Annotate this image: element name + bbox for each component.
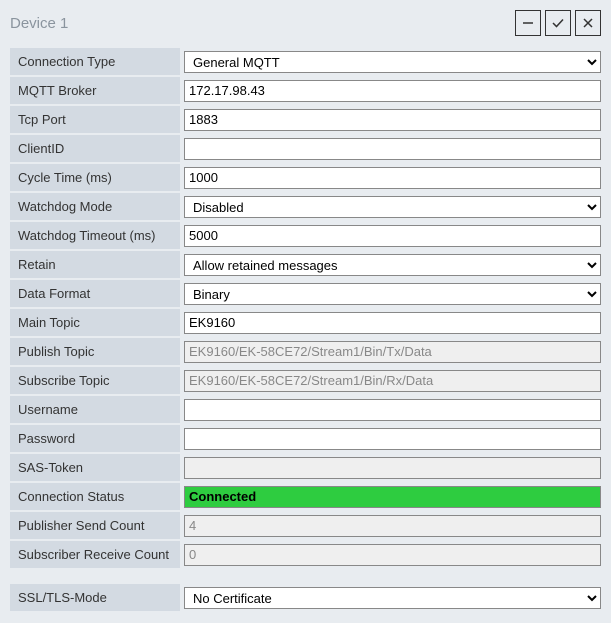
password-input[interactable] <box>184 428 601 450</box>
label-mqtt-broker: MQTT Broker <box>10 77 180 106</box>
watchdog-timeout-input[interactable] <box>184 225 601 247</box>
connection-type-select[interactable]: General MQTT <box>184 51 601 73</box>
label-publish-topic: Publish Topic <box>10 338 180 367</box>
label-client-id: ClientID <box>10 135 180 164</box>
label-publisher-send-count: Publisher Send Count <box>10 512 180 541</box>
username-input[interactable] <box>184 399 601 421</box>
close-icon <box>581 16 595 30</box>
check-icon <box>551 16 565 30</box>
label-watchdog-mode: Watchdog Mode <box>10 193 180 222</box>
data-format-select[interactable]: Binary <box>184 283 601 305</box>
minimize-button[interactable] <box>515 10 541 36</box>
device-title: Device 1 <box>10 15 68 32</box>
label-connection-status: Connection Status <box>10 483 180 512</box>
main-topic-input[interactable] <box>184 312 601 334</box>
label-subscribe-topic: Subscribe Topic <box>10 367 180 396</box>
connection-status-value: Connected <box>184 486 601 508</box>
label-main-topic: Main Topic <box>10 309 180 338</box>
subscribe-topic-input <box>184 370 601 392</box>
label-retain: Retain <box>10 251 180 280</box>
header: Device 1 <box>10 10 601 36</box>
section-gap <box>10 570 601 584</box>
label-sas-token: SAS-Token <box>10 454 180 483</box>
publisher-send-count-input <box>184 515 601 537</box>
close-button[interactable] <box>575 10 601 36</box>
sas-token-input <box>184 457 601 479</box>
cycle-time-input[interactable] <box>184 167 601 189</box>
label-connection-type: Connection Type <box>10 48 180 77</box>
client-id-input[interactable] <box>184 138 601 160</box>
publish-topic-input <box>184 341 601 363</box>
label-subscriber-receive-count: Subscriber Receive Count <box>10 541 180 570</box>
label-cycle-time: Cycle Time (ms) <box>10 164 180 193</box>
retain-select[interactable]: Allow retained messages <box>184 254 601 276</box>
label-username: Username <box>10 396 180 425</box>
label-ssl-tls-mode: SSL/TLS-Mode <box>10 584 180 613</box>
subscriber-receive-count-input <box>184 544 601 566</box>
mqtt-broker-input[interactable] <box>184 80 601 102</box>
label-password: Password <box>10 425 180 454</box>
ssl-tls-mode-select[interactable]: No Certificate <box>184 587 601 609</box>
label-data-format: Data Format <box>10 280 180 309</box>
confirm-button[interactable] <box>545 10 571 36</box>
label-watchdog-timeout: Watchdog Timeout (ms) <box>10 222 180 251</box>
label-tcp-port: Tcp Port <box>10 106 180 135</box>
device-form: Connection Type General MQTT MQTT Broker… <box>10 48 601 613</box>
watchdog-mode-select[interactable]: Disabled <box>184 196 601 218</box>
minus-icon <box>521 16 535 30</box>
header-buttons <box>515 10 601 36</box>
tcp-port-input[interactable] <box>184 109 601 131</box>
